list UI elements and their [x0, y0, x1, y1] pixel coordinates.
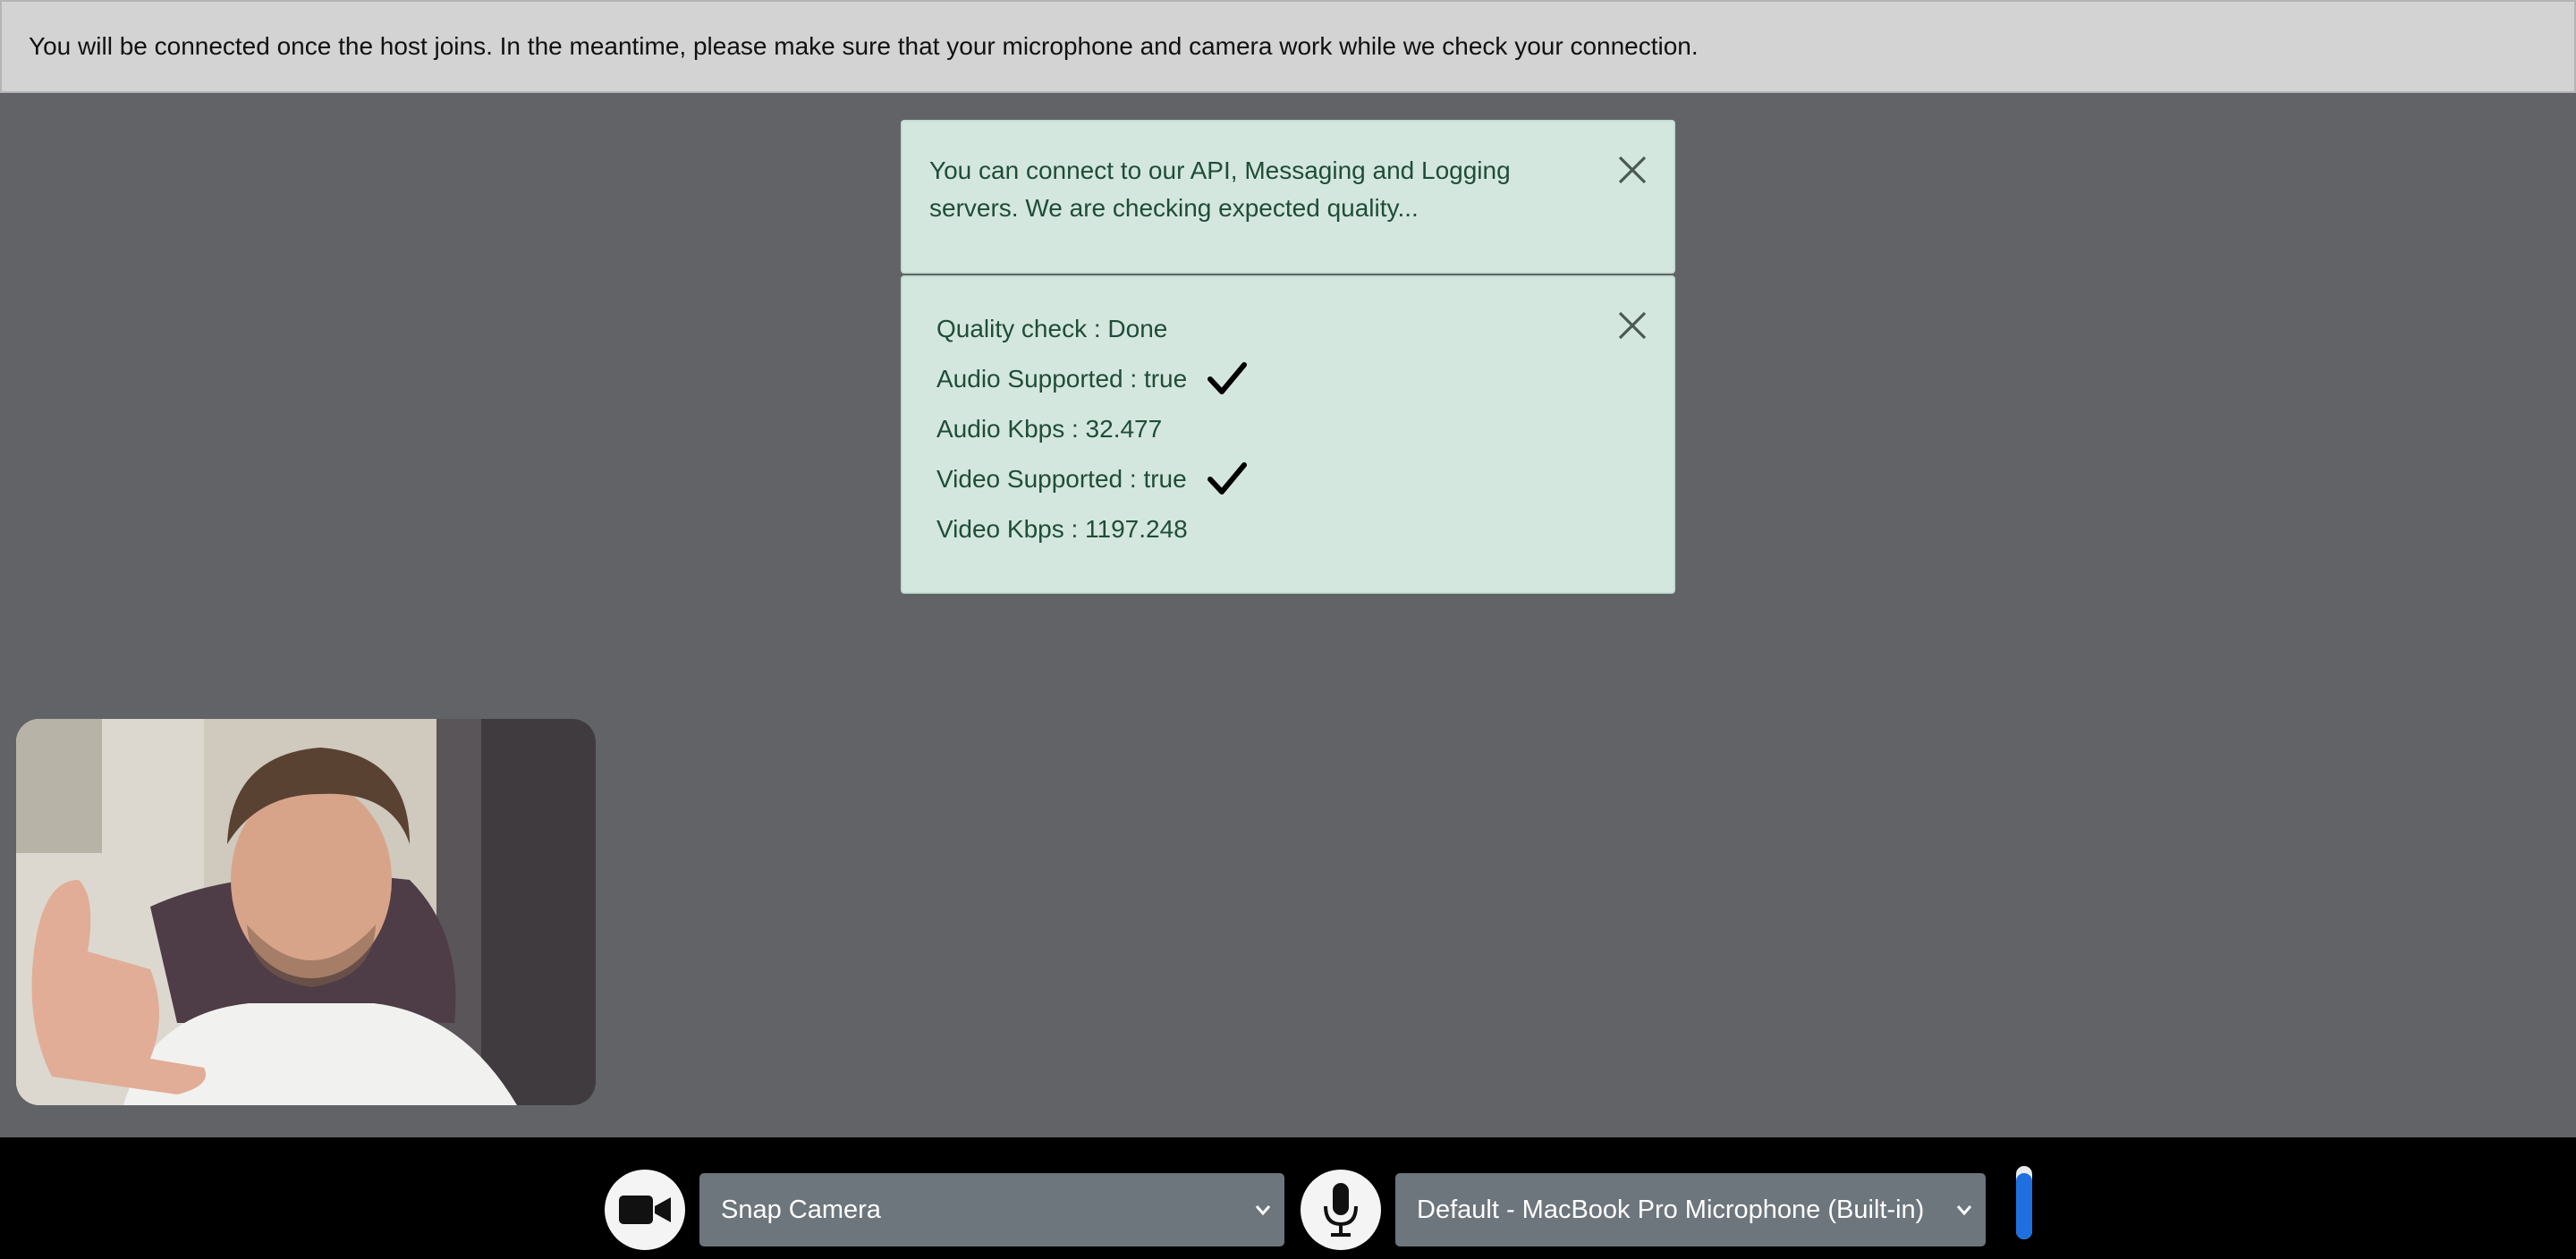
banner-message: You will be connected once the host join… — [29, 32, 1699, 60]
quality-row-label: Video Supported : true — [936, 465, 1187, 493]
quality-row: Video Supported : true — [936, 461, 1566, 497]
quality-results-list: Quality check : Done Audio Supported : tr… — [936, 313, 1566, 545]
chevron-down-icon — [1953, 1199, 1975, 1221]
quality-row-label: Quality check : Done — [936, 315, 1168, 342]
chevron-down-icon — [1252, 1199, 1274, 1221]
microphone-select[interactable]: Default - MacBook Pro Microphone (Built-… — [1395, 1173, 1986, 1246]
media-controls-bar — [0, 1137, 2576, 1259]
camera-toggle-button[interactable] — [605, 1170, 685, 1250]
checkmark-icon — [1207, 361, 1248, 397]
microphone-icon — [1321, 1181, 1360, 1238]
connectivity-message: You can connect to our API, Messaging an… — [929, 156, 1511, 222]
checkmark-icon — [1207, 461, 1248, 497]
quality-row-label: Audio Kbps : 32.477 — [936, 415, 1163, 443]
camera-select[interactable]: Snap Camera — [699, 1173, 1284, 1246]
self-video-preview — [16, 719, 596, 1105]
microphone-select-value: Default - MacBook Pro Microphone (Built-… — [1417, 1195, 1925, 1224]
microphone-toggle-button[interactable] — [1301, 1170, 1381, 1250]
quality-row-label: Audio Supported : true — [936, 365, 1188, 393]
quality-alert: Quality check : Done Audio Supported : tr… — [901, 275, 1675, 594]
connection-banner: You will be connected once the host join… — [0, 0, 2576, 93]
quality-row: Video Kbps : 1197.248 — [936, 513, 1566, 545]
connectivity-alert: You can connect to our API, Messaging an… — [901, 120, 1675, 274]
close-icon[interactable] — [1614, 152, 1650, 188]
mic-level-meter — [2016, 1166, 2032, 1239]
quality-row: Quality check : Done — [936, 313, 1566, 345]
close-icon[interactable] — [1614, 308, 1650, 343]
quality-row: Audio Kbps : 32.477 — [936, 413, 1566, 445]
mic-level-fill — [2016, 1173, 2032, 1239]
quality-row-label: Video Kbps : 1197.248 — [936, 515, 1188, 543]
quality-row: Audio Supported : true — [936, 361, 1566, 397]
video-camera-icon — [617, 1190, 673, 1229]
camera-select-value: Snap Camera — [721, 1195, 881, 1224]
